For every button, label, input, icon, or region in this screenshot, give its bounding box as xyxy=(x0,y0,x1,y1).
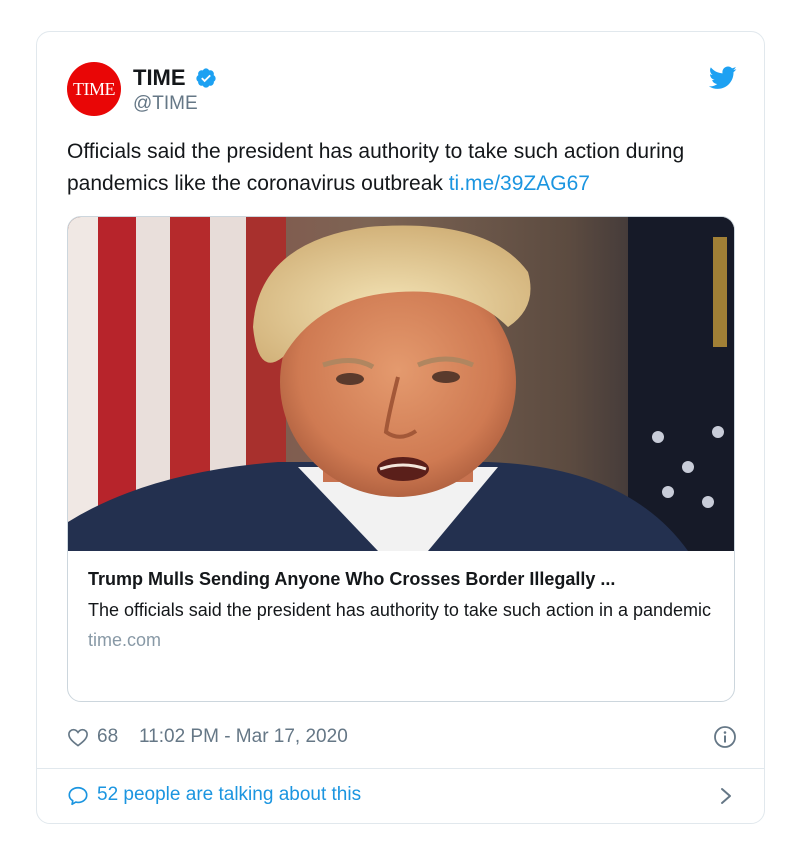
like-count[interactable]: 68 xyxy=(97,726,118,748)
link-description: The officials said the president has aut… xyxy=(88,600,712,620)
heart-icon[interactable] xyxy=(67,727,89,747)
link-preview-card[interactable]: Trump Mulls Sending Anyone Who Crosses B… xyxy=(67,216,735,702)
display-name[interactable]: TIME xyxy=(133,65,186,91)
avatar-text: TIME xyxy=(73,78,116,99)
link-preview-body: Trump Mulls Sending Anyone Who Crosses B… xyxy=(88,569,716,651)
avatar[interactable]: TIME xyxy=(67,62,121,116)
tweet-body: Officials said the president has authori… xyxy=(67,140,685,195)
link-title: Trump Mulls Sending Anyone Who Crosses B… xyxy=(88,569,616,589)
tweet-header: TIME TIME @TIME xyxy=(67,62,737,118)
conversation-link[interactable]: 52 people are talking about this xyxy=(67,782,737,810)
twitter-bird-icon[interactable] xyxy=(709,66,737,90)
author-names: TIME @TIME xyxy=(133,65,217,115)
link-domain: time.com xyxy=(88,630,162,650)
tweet-meta: 68 11:02 PM - Mar 17, 2020 xyxy=(67,724,737,752)
divider xyxy=(37,768,764,769)
info-icon[interactable] xyxy=(713,725,737,749)
chevron-right-icon[interactable] xyxy=(719,785,733,807)
speech-bubble-icon xyxy=(68,786,88,806)
timestamp[interactable]: 11:02 PM - Mar 17, 2020 xyxy=(139,726,348,748)
verified-badge-icon xyxy=(196,68,216,88)
tweet-link[interactable]: ti.me/39ZAG67 xyxy=(449,172,590,195)
tweet-text: Officials said the president has authori… xyxy=(67,136,737,200)
article-image xyxy=(68,217,734,551)
handle[interactable]: @TIME xyxy=(133,93,217,115)
conversation-label[interactable]: 52 people are talking about this xyxy=(97,784,361,806)
tweet-card: TIME TIME @TIME Officials said the presi… xyxy=(36,31,765,824)
